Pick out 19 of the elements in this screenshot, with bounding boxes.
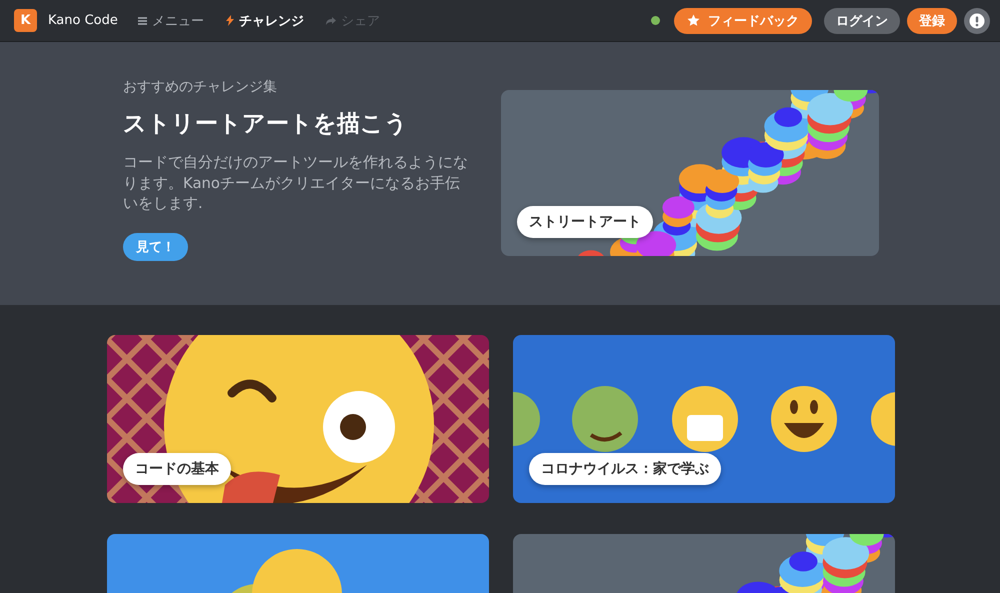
login-button[interactable]: ログイン bbox=[824, 8, 900, 34]
featured-title: ストリートアートを描こう bbox=[123, 110, 409, 139]
featured-description: コードで自分だけのアートツールを作れるようになります。Kanoチームがクリエイターになるお手伝いをします. bbox=[123, 153, 468, 214]
menu-icon bbox=[138, 16, 147, 24]
nav-tab[interactable]: チャレンジ bbox=[226, 12, 304, 30]
view-button[interactable]: 見て！ bbox=[123, 233, 188, 262]
card-label: コロナウイルス：家で学ぶ bbox=[529, 453, 721, 485]
signup-button[interactable]: 登録 bbox=[907, 8, 957, 34]
card-label: コードの基本 bbox=[123, 453, 231, 485]
alert-icon[interactable] bbox=[964, 8, 990, 34]
feedback-button[interactable]: フィードバック bbox=[674, 8, 812, 34]
logo-icon[interactable]: K bbox=[14, 9, 37, 32]
star-icon bbox=[687, 14, 700, 27]
share-arrow-icon bbox=[326, 16, 336, 24]
app-name: Kano Code bbox=[48, 13, 118, 28]
featured-eyebrow: おすすめのチャレンジ集 bbox=[123, 78, 278, 96]
lightning-icon bbox=[226, 15, 234, 26]
nav-tab[interactable]: メニュー bbox=[138, 12, 204, 30]
image-label: ストリートアート bbox=[517, 206, 653, 238]
